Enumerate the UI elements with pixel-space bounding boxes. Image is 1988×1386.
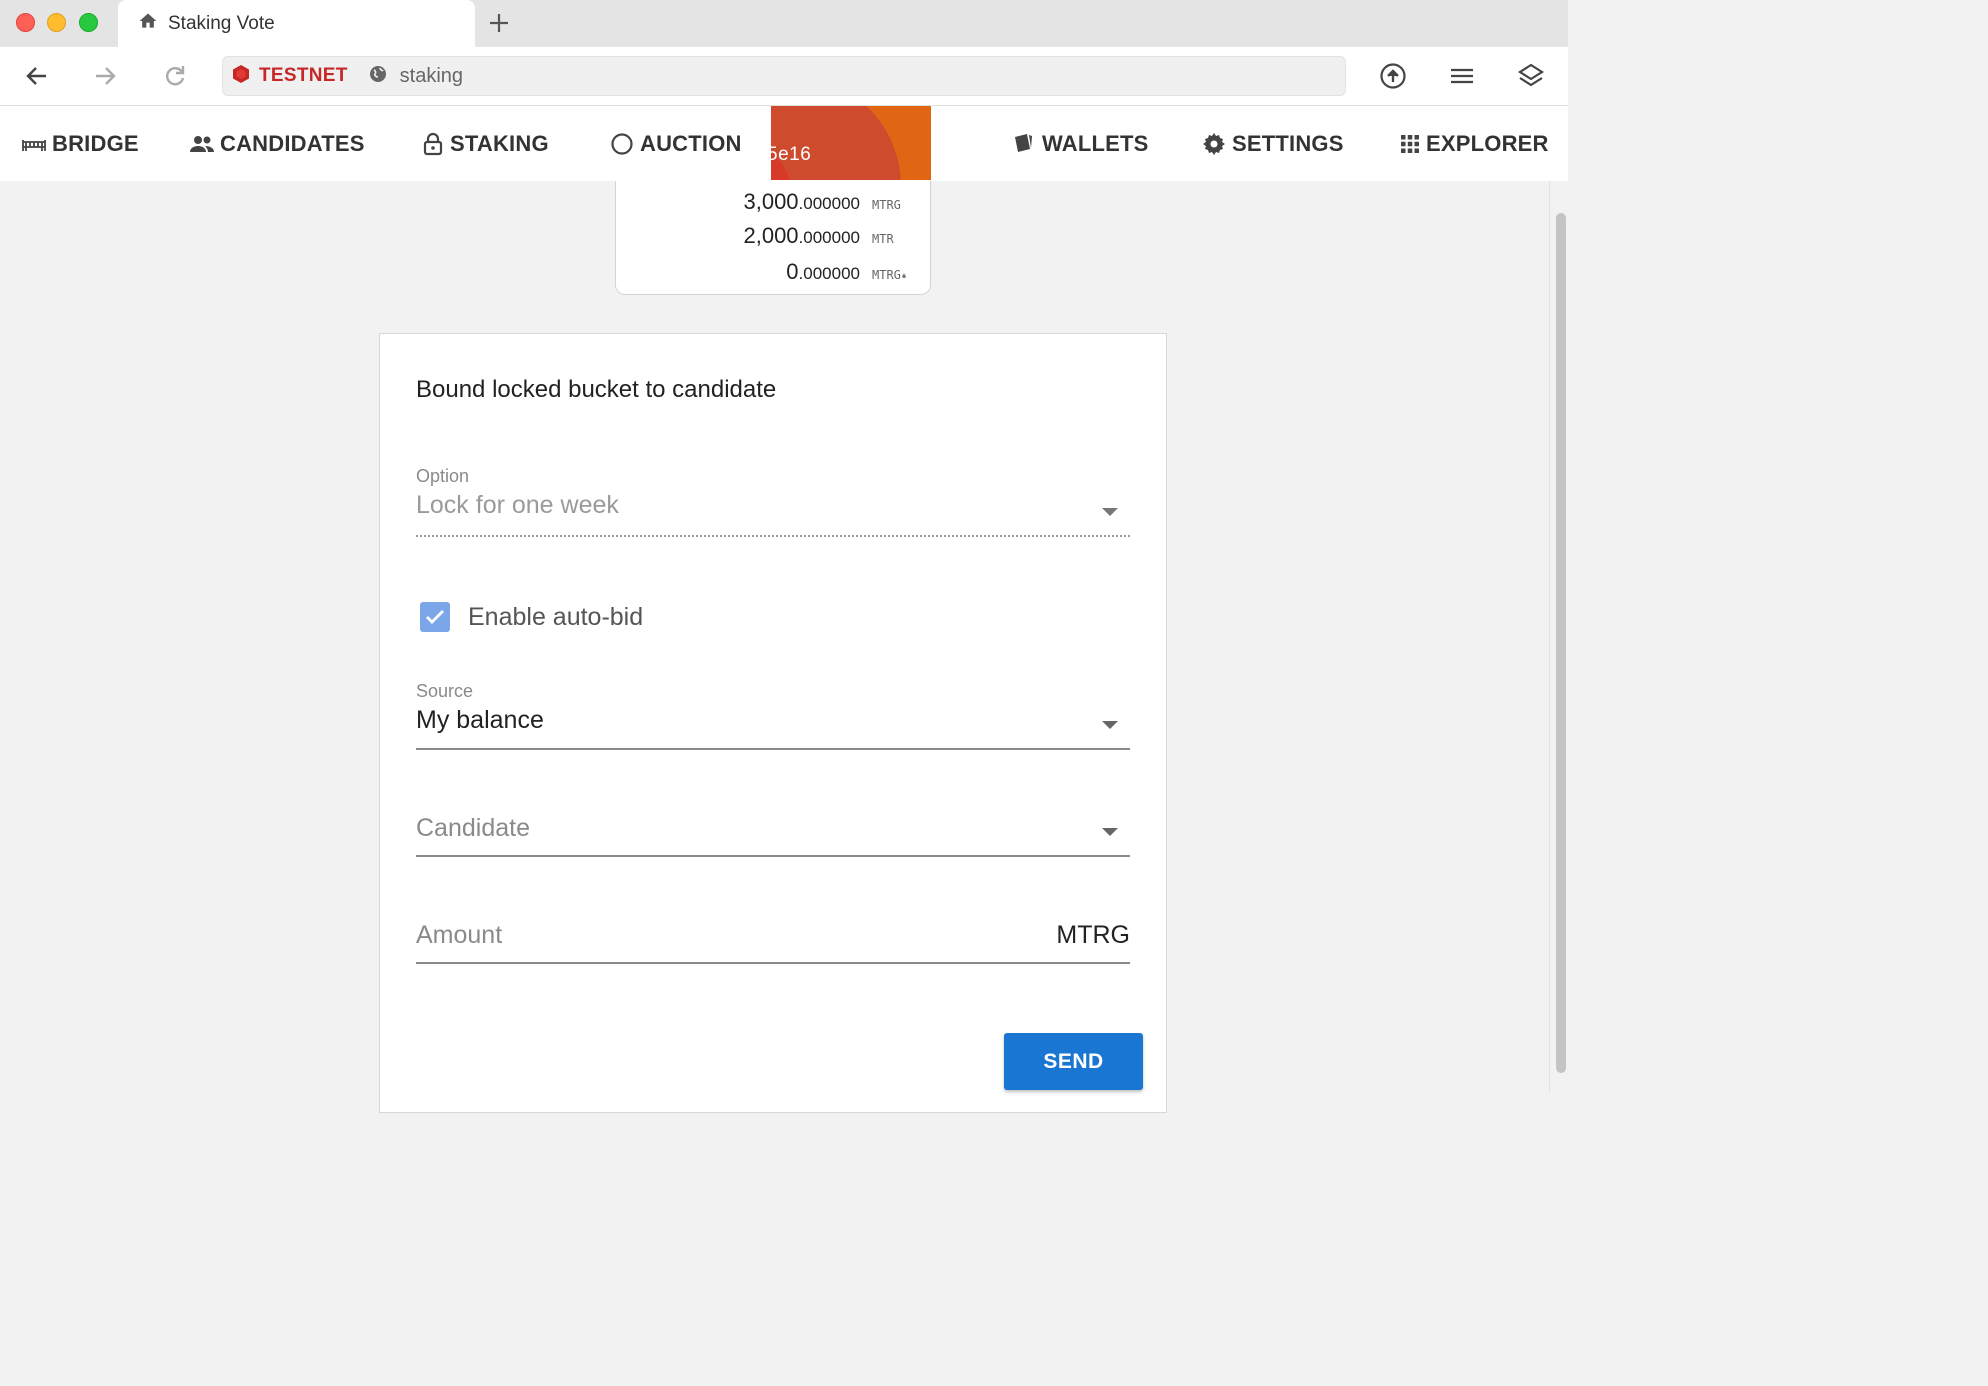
people-icon [190,135,214,152]
layers-button[interactable] [1516,61,1546,91]
nav-auction[interactable]: AUCTION [610,106,742,181]
network-hexagon-icon [231,64,251,89]
auction-icon [611,132,633,155]
balance-decimal: .000000 [798,194,860,213]
plus-icon [490,14,508,32]
auto-bid-checkbox[interactable] [420,602,450,632]
nav-explorer[interactable]: EXPLORER [1400,106,1549,181]
chevron-down-icon [1102,721,1118,729]
auto-bid-toggle[interactable]: Enable auto-bid [420,602,643,632]
browser-toolbar: TESTNET staking [0,47,1568,106]
nav-settings[interactable]: SETTINGS [1202,106,1344,181]
gear-icon [1203,132,1225,155]
send-button[interactable]: SEND [1004,1033,1143,1090]
lock-icon [902,273,906,278]
scrollbar-thumb[interactable] [1556,213,1566,1073]
nav-label: SETTINGS [1232,130,1344,156]
source-select[interactable]: Source My balance [416,681,1130,753]
maximize-window-button[interactable] [79,13,98,32]
balance-unit: MTR [872,232,894,246]
browser-tab[interactable]: Staking Vote [118,0,475,47]
wallet-card-pattern [771,106,901,180]
hamburger-icon [1451,68,1473,84]
nav-label: AUCTION [640,130,742,156]
source-value: My balance [416,706,544,734]
candidate-placeholder: Candidate [416,814,530,842]
wallet-address: 5e16 [771,144,812,165]
balance-decimal: .000000 [798,264,860,283]
layers-icon [1517,63,1545,87]
source-underline [416,748,1130,750]
nav-label: WALLETS [1042,130,1149,156]
arrow-left-icon [26,67,46,85]
reload-button[interactable] [160,61,190,91]
nav-label: CANDIDATES [220,130,365,156]
candidate-select[interactable]: Candidate [416,814,1130,860]
amount-input[interactable]: Amount MTRG [416,921,1130,967]
wallet-balances-card: 3,000 .000000 MTRG 2,000 .000000 MTR 0 .… [615,181,931,295]
nav-staking[interactable]: STAKING [422,106,549,181]
wallet-icon [1015,133,1032,152]
bridge-icon [22,139,46,151]
globe-icon [368,64,388,89]
scrollbar[interactable] [1549,181,1568,1093]
nav-bridge[interactable]: BRIDGE [22,106,139,181]
option-underline [416,535,1130,537]
source-label: Source [416,681,474,701]
address-bar[interactable]: TESTNET staking [222,56,1346,96]
browser-tab-bar: Staking Vote [0,0,1568,47]
balance-integer: 2,000 [743,223,799,248]
option-label: Option [416,466,470,486]
menu-button[interactable] [1447,61,1477,91]
home-icon [138,11,158,36]
forward-button[interactable] [90,61,120,91]
upload-circle-icon [1380,63,1406,89]
balance-row: 2,000 .000000 MTR [743,223,906,249]
nav-label: EXPLORER [1426,130,1549,156]
balance-decimal: .000000 [798,228,860,247]
option-select[interactable]: Option Lock for one week [416,466,1130,538]
nav-candidates[interactable]: CANDIDATES [190,106,365,181]
nav-wallets[interactable]: WALLETS [1012,106,1149,181]
form-title: Bound locked bucket to candidate [416,376,777,403]
nav-label: BRIDGE [52,130,139,156]
amount-unit: MTRG [1056,921,1130,949]
balance-unit-locked: MTRG [872,268,906,282]
balance-unit: MTRG [872,268,901,282]
grid-icon [1401,134,1419,153]
wallet-card-header[interactable]: 5e16 [771,106,931,180]
amount-placeholder: Amount [416,921,503,949]
balance-integer: 3,000 [743,189,799,214]
back-button[interactable] [22,61,52,91]
network-label: TESTNET [259,65,348,86]
close-window-button[interactable] [16,13,35,32]
minimize-window-button[interactable] [47,13,66,32]
amount-underline [416,962,1130,964]
reload-icon [166,66,185,86]
option-value: Lock for one week [416,491,619,519]
balance-row: 0 .000000 MTRG [786,259,906,285]
auto-bid-label: Enable auto-bid [468,602,644,631]
tab-title: Staking Vote [168,12,275,34]
app-nav: BRIDGE CANDIDATES STAKING AUCTION 5e16 W… [0,106,1568,181]
balance-integer: 0 [786,259,799,284]
chevron-down-icon [1102,828,1118,836]
upload-button[interactable] [1378,61,1408,91]
chevron-down-icon [1102,508,1118,516]
nav-label: STAKING [450,130,549,156]
lock-icon [423,132,443,155]
balance-row: 3,000 .000000 MTRG [743,189,906,215]
bucket-form-card: Bound locked bucket to candidate Option … [379,333,1167,1113]
new-tab-button[interactable] [484,8,514,38]
checkmark-icon [426,610,444,624]
balance-unit: MTRG [872,198,901,212]
arrow-right-icon [96,67,116,85]
url-text: staking [399,64,464,87]
candidate-underline [416,855,1130,857]
